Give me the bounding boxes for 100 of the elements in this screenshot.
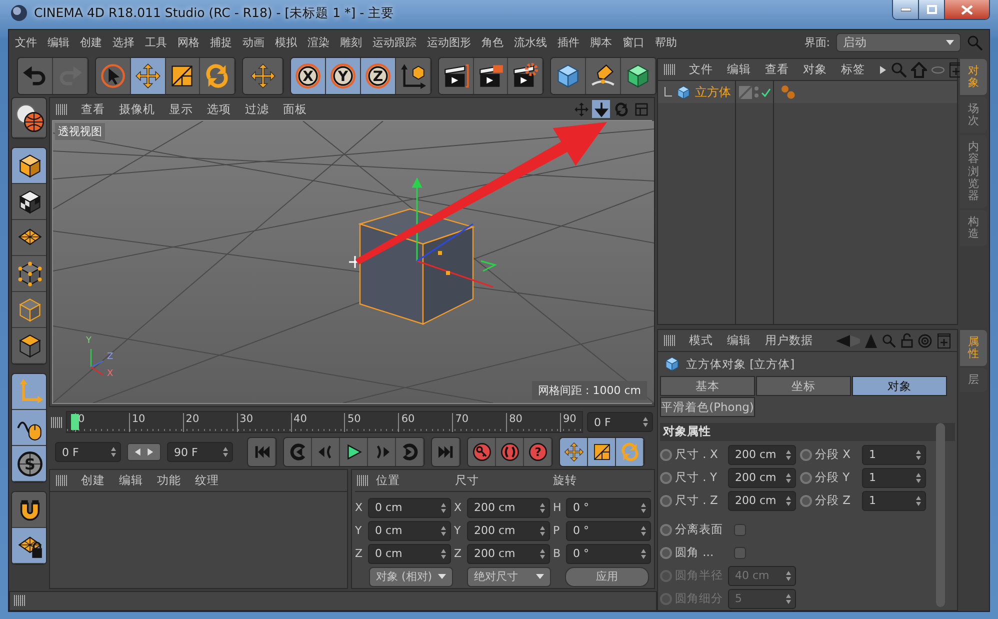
record-key-button[interactable] xyxy=(468,438,496,466)
axis-mode-button[interactable] xyxy=(12,374,46,410)
menu-item[interactable]: 编辑 xyxy=(48,35,70,50)
side-tab[interactable]: 构造 xyxy=(960,210,987,246)
scale-button[interactable] xyxy=(588,438,616,466)
menu-item[interactable]: 选项 xyxy=(207,102,231,116)
coordinate-field[interactable]: 0 cm xyxy=(368,498,451,518)
menu-item[interactable]: 窗口 xyxy=(622,35,644,50)
axis-lock-button[interactable]: Z xyxy=(360,58,396,94)
current-frame-field[interactable]: 0 F xyxy=(587,412,653,432)
menu-item[interactable]: 雕刻 xyxy=(340,35,362,50)
menu-item[interactable]: 创建 xyxy=(81,473,105,488)
coordinate-field[interactable]: 0 cm xyxy=(368,544,451,564)
menu-item[interactable]: 编辑 xyxy=(119,473,143,488)
coordinate-field[interactable]: 0 ° xyxy=(566,544,651,564)
axis-lock-button[interactable]: Y xyxy=(326,58,361,94)
side-tab[interactable]: 层 xyxy=(960,368,987,392)
side-tab[interactable]: 属性 xyxy=(960,330,987,366)
checkbox[interactable] xyxy=(734,524,746,536)
menu-item[interactable]: 标签 xyxy=(841,62,865,77)
parameter-field[interactable]: 200 cm xyxy=(728,490,796,510)
parameter-field[interactable]: 1 xyxy=(862,468,926,488)
menu-item[interactable]: 模式 xyxy=(689,333,713,348)
axis-lock-button[interactable]: X xyxy=(291,58,326,94)
menu-item[interactable]: 脚本 xyxy=(590,35,612,50)
workplane-lock-button[interactable] xyxy=(12,528,46,564)
side-tab[interactable]: 场次 xyxy=(960,97,987,134)
animate-dot-icon[interactable] xyxy=(800,448,812,460)
menu-item[interactable]: 创建 xyxy=(80,35,102,50)
menu-item[interactable]: 编辑 xyxy=(727,62,751,77)
coordinate-field[interactable]: 0 ° xyxy=(566,498,651,518)
animate-dot-icon[interactable] xyxy=(660,472,672,484)
coordinate-field[interactable]: 200 cm xyxy=(467,520,550,540)
menu-item[interactable]: 工具 xyxy=(145,35,167,50)
tab[interactable]: 基本 xyxy=(660,376,755,396)
coordinate-field[interactable]: 200 cm xyxy=(467,544,550,564)
menu-item[interactable]: 文件 xyxy=(689,62,713,77)
magnet-button[interactable] xyxy=(12,492,46,528)
menu-item[interactable]: 网格 xyxy=(178,35,200,50)
menu-item[interactable]: 显示 xyxy=(169,102,193,116)
menu-item[interactable]: 文件 xyxy=(15,35,37,50)
animate-dot-icon[interactable] xyxy=(800,494,812,506)
menu-item[interactable]: 帮助 xyxy=(655,35,677,50)
move-button[interactable] xyxy=(560,438,588,466)
cube-button[interactable] xyxy=(551,58,586,94)
coordinate-field[interactable]: 0 cm xyxy=(368,520,451,540)
animate-dot-icon[interactable] xyxy=(660,570,672,582)
menu-item[interactable]: 选择 xyxy=(112,35,134,50)
menu-item[interactable]: 模拟 xyxy=(275,35,297,50)
side-tab[interactable]: 对象 xyxy=(960,59,987,96)
menu-item[interactable]: 运动跟踪 xyxy=(372,35,416,50)
menu-item[interactable]: 纹理 xyxy=(195,473,219,488)
animate-dot-icon[interactable] xyxy=(800,472,812,484)
animate-dot-icon[interactable] xyxy=(660,524,672,536)
menu-item[interactable]: 动画 xyxy=(242,35,264,50)
end-frame-field[interactable]: 90 F xyxy=(167,442,233,462)
close-button[interactable] xyxy=(945,0,989,19)
drag-grip-icon[interactable] xyxy=(357,475,368,486)
render-view-button[interactable] xyxy=(438,58,474,94)
apply-button[interactable]: 应用 xyxy=(565,566,649,586)
drag-grip-icon[interactable] xyxy=(14,595,25,606)
parameter-field[interactable]: 1 xyxy=(862,444,926,464)
coordinate-field[interactable]: 0 ° xyxy=(566,520,651,540)
parameter-field[interactable]: 1 xyxy=(862,490,926,510)
coordinate-mode-dropdown[interactable]: 对象 (相对) xyxy=(369,566,453,586)
menu-item[interactable]: 运动图形 xyxy=(427,35,471,50)
menu-item[interactable]: 对象 xyxy=(803,62,827,77)
maximize-button[interactable] xyxy=(919,0,945,19)
previous-key-button[interactable] xyxy=(284,438,312,466)
start-frame-field[interactable]: 0 F xyxy=(55,442,121,462)
tab[interactable]: 平滑着色(Phong) xyxy=(660,397,755,417)
menu-item[interactable]: 查看 xyxy=(81,102,105,116)
animate-dot-icon[interactable] xyxy=(660,592,672,604)
model-mode-button[interactable] xyxy=(12,148,46,184)
size-mode-dropdown[interactable]: 绝对尺寸 xyxy=(467,566,551,586)
menu-item[interactable]: 过滤 xyxy=(245,102,269,116)
menu-item[interactable]: 查看 xyxy=(765,62,789,77)
checkbox[interactable] xyxy=(734,546,746,558)
range-slider-button[interactable] xyxy=(127,443,161,461)
menu-item[interactable]: 编辑 xyxy=(727,333,751,348)
rotate-button[interactable] xyxy=(616,438,644,466)
menu-item[interactable]: 插件 xyxy=(558,35,580,50)
menu-item[interactable]: 角色 xyxy=(482,35,504,50)
menu-item[interactable]: 渲染 xyxy=(308,35,330,50)
animate-dot-icon[interactable] xyxy=(660,546,672,558)
select-button[interactable] xyxy=(96,58,131,94)
drag-grip-icon[interactable] xyxy=(56,104,67,114)
minimize-button[interactable] xyxy=(893,0,919,19)
parameter-field[interactable]: 200 cm xyxy=(728,444,796,464)
drag-grip-icon[interactable] xyxy=(664,64,675,75)
tweak-mode-button[interactable] xyxy=(12,410,46,446)
menu-item[interactable]: 功能 xyxy=(157,473,181,488)
menu-item[interactable]: 用户数据 xyxy=(765,333,813,348)
parameter-field[interactable]: 200 cm xyxy=(728,468,796,488)
menu-item[interactable]: 捕捉 xyxy=(210,35,232,50)
tab[interactable]: 对象 xyxy=(852,376,947,396)
drag-grip-icon[interactable] xyxy=(56,475,67,486)
animate-dot-icon[interactable] xyxy=(660,494,672,506)
view-dolly-button[interactable] xyxy=(592,100,610,118)
move-button[interactable] xyxy=(130,58,166,94)
